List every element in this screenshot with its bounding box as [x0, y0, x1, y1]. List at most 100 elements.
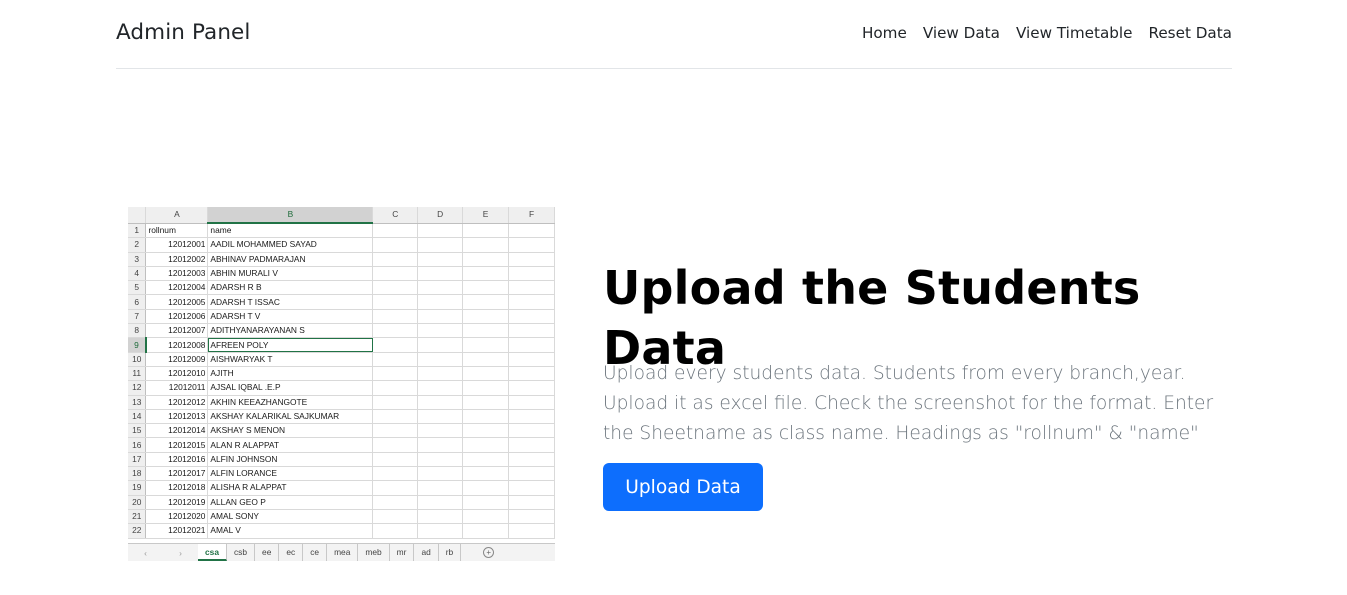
- empty-cell: [508, 423, 555, 439]
- sheet-tab: meb: [358, 544, 390, 561]
- name-cell: ALISHA R ALAPPAT: [207, 480, 374, 496]
- empty-cell: [508, 409, 555, 425]
- rollnum-cell: 12012019: [145, 495, 209, 510]
- sheet-tab: ee: [255, 544, 280, 561]
- table-row: 12 12012011 AJSAL IQBAL .E.P: [128, 380, 555, 396]
- row-number: 1: [128, 223, 147, 239]
- table-row: 15 12012014 AKSHAY S MENON: [128, 423, 555, 439]
- name-cell: AISHWARYAK T: [207, 352, 374, 367]
- empty-cell: [462, 480, 510, 496]
- name-cell: ADARSH T V: [207, 309, 374, 325]
- empty-cell: [417, 294, 464, 310]
- empty-cell: [508, 352, 555, 367]
- name-cell: ALLAN GEO P: [207, 495, 374, 510]
- empty-cell: [508, 337, 555, 353]
- empty-cell: [508, 266, 555, 282]
- table-row: 16 12012015 ALAN R ALAPPAT: [128, 437, 555, 453]
- empty-cell: [462, 437, 510, 453]
- row-number: 11: [128, 366, 147, 382]
- nav-view-timetable[interactable]: View Timetable: [1016, 24, 1133, 42]
- empty-cell: [508, 252, 555, 267]
- empty-cell: [462, 223, 510, 239]
- empty-cell: [417, 480, 464, 496]
- column-header: F: [508, 207, 555, 224]
- corner-cell: [128, 207, 147, 224]
- empty-cell: [508, 523, 555, 539]
- empty-cell: [372, 266, 419, 282]
- empty-cell: [372, 366, 419, 382]
- rollnum-cell: 12012011: [145, 380, 209, 396]
- empty-cell: [462, 323, 510, 339]
- empty-cell: [462, 352, 510, 367]
- row-number: 7: [128, 309, 147, 325]
- column-header: D: [417, 207, 464, 224]
- row-number: 4: [128, 266, 147, 282]
- empty-cell: [508, 380, 555, 396]
- empty-cell: [372, 409, 419, 425]
- empty-cell: [508, 480, 555, 496]
- nav-view-data[interactable]: View Data: [923, 24, 1000, 42]
- empty-cell: [508, 280, 555, 296]
- sheet-tab: mr: [390, 544, 415, 561]
- empty-cell: [462, 252, 510, 267]
- empty-cell: [417, 380, 464, 396]
- table-row: 17 12012016 ALFIN JOHNSON: [128, 452, 555, 468]
- empty-cell: [462, 366, 510, 382]
- rollnum-cell: 12012013: [145, 409, 209, 425]
- empty-cell: [462, 395, 510, 410]
- rollnum-cell: 12012005: [145, 294, 209, 310]
- upload-data-button[interactable]: Upload Data: [603, 463, 763, 511]
- empty-cell: [508, 323, 555, 339]
- empty-cell: [372, 380, 419, 396]
- empty-cell: [417, 266, 464, 282]
- empty-cell: [372, 237, 419, 253]
- empty-cell: [417, 409, 464, 425]
- empty-cell: [508, 237, 555, 253]
- rollnum-cell: 12012012: [145, 395, 209, 410]
- empty-cell: [372, 323, 419, 339]
- brand-link[interactable]: Admin Panel: [116, 20, 250, 45]
- nav-reset-data[interactable]: Reset Data: [1148, 24, 1232, 42]
- row-number: 2: [128, 237, 147, 253]
- table-row: 3 12012002 ABHINAV PADMARAJAN: [128, 252, 555, 267]
- rollnum-cell: 12012008: [145, 337, 209, 353]
- name-cell: AKSHAY KALARIKAL SAJKUMAR: [207, 409, 374, 425]
- name-cell: AMAL SONY: [207, 509, 374, 525]
- name-cell: AFREEN POLY: [207, 337, 374, 353]
- name-cell: AADIL MOHAMMED SAYAD: [207, 237, 374, 253]
- table-row: 4 12012003 ABHIN MURALI V: [128, 266, 555, 282]
- nav-home[interactable]: Home: [862, 24, 907, 42]
- rollnum-cell: 12012020: [145, 509, 209, 525]
- rollnum-cell: 12012010: [145, 366, 209, 382]
- empty-cell: [372, 480, 419, 496]
- empty-cell: [372, 223, 419, 239]
- row-number: 21: [128, 509, 147, 525]
- empty-cell: [417, 309, 464, 325]
- row-number: 10: [128, 352, 147, 367]
- column-header-row: ABCDEF: [128, 207, 555, 224]
- table-row: 9 12012008 AFREEN POLY: [128, 337, 555, 353]
- empty-cell: [372, 437, 419, 453]
- empty-cell: [462, 509, 510, 525]
- name-cell: AJITH: [207, 366, 374, 382]
- add-sheet-icon: +: [483, 547, 495, 558]
- sheet-nav-arrows: ‹ ›: [144, 547, 182, 558]
- name-cell: ABHINAV PADMARAJAN: [207, 252, 374, 267]
- row-number: 9: [128, 337, 147, 353]
- empty-cell: [462, 237, 510, 253]
- empty-cell: [462, 294, 510, 310]
- row-number: 17: [128, 452, 147, 468]
- rollnum-cell: 12012003: [145, 266, 209, 282]
- empty-cell: [462, 337, 510, 353]
- empty-cell: [508, 437, 555, 453]
- empty-cell: [462, 423, 510, 439]
- name-cell: ALFIN JOHNSON: [207, 452, 374, 468]
- column-header: B: [207, 207, 374, 224]
- name-cell: AKSHAY S MENON: [207, 423, 374, 439]
- empty-cell: [417, 509, 464, 525]
- column-header: A: [145, 207, 209, 224]
- empty-cell: [508, 223, 555, 239]
- rollnum-cell: 12012017: [145, 466, 209, 482]
- spreadsheet-table: A B C D E F 1 rollnum name 2 12012001 AADIL MOHAMME…: [128, 207, 555, 539]
- table-row: 14 12012013 AKSHAY KALARIKAL SAJKUMAR: [128, 409, 555, 425]
